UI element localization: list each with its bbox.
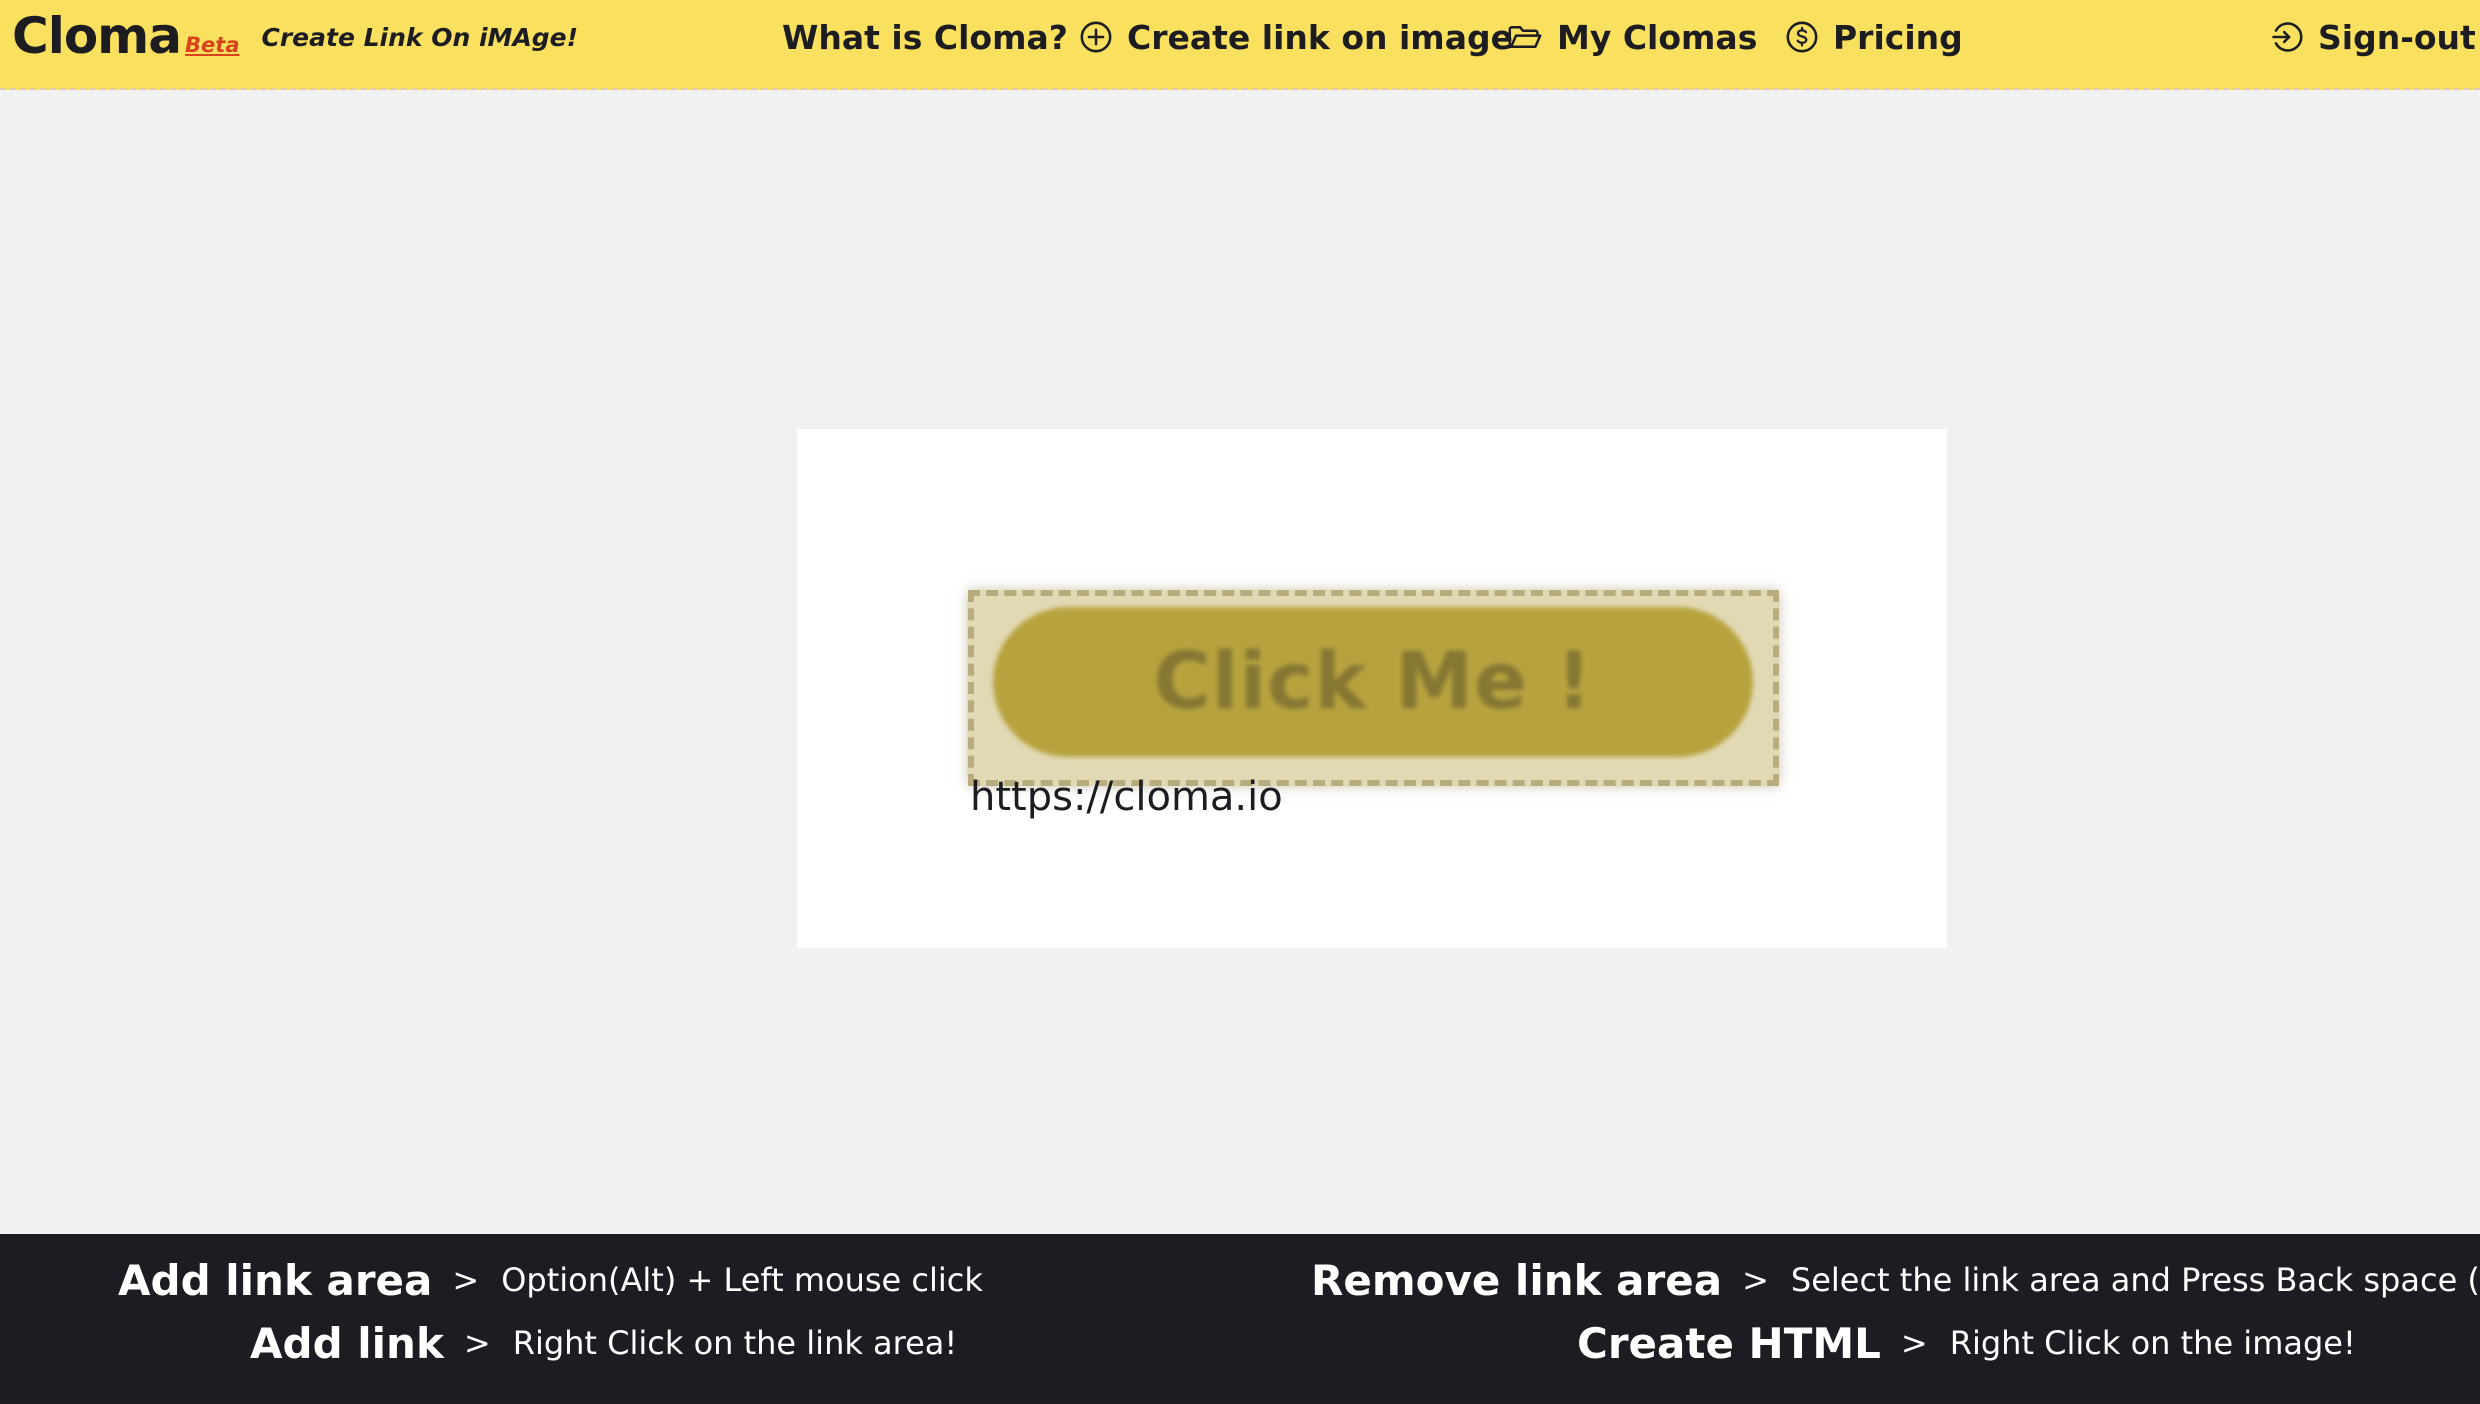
nav-pricing-label: Pricing: [1833, 17, 1963, 57]
hint-description: Select the link area and Press Back spac…: [1790, 1261, 2480, 1299]
brand-logo[interactable]: Cloma: [12, 7, 182, 65]
plus-circle-icon: [1080, 21, 1112, 53]
chevron-right-icon: >: [1900, 1324, 1928, 1362]
brand[interactable]: Cloma Beta Create Link On iMAge!: [12, 0, 578, 72]
beta-badge: Beta: [185, 33, 240, 57]
nav-what-is-cloma[interactable]: What is Cloma?: [782, 0, 1068, 74]
nav-create-link[interactable]: Create link on image: [1079, 0, 1513, 74]
chevron-right-icon: >: [463, 1324, 491, 1362]
brand-tagline: Create Link On iMAge!: [261, 22, 579, 52]
nav-pricing[interactable]: Pricing: [1785, 0, 1963, 74]
hint-add-link: Add link > Right Click on the link area!: [250, 1318, 957, 1368]
hint-description: Option(Alt) + Left mouse click: [501, 1261, 983, 1299]
hint-action: Add link area: [118, 1255, 433, 1305]
link-url-label[interactable]: https://cloma.io: [970, 774, 1283, 820]
nav-what-is-cloma-label: What is Cloma?: [782, 17, 1068, 57]
hint-action: Add link: [250, 1318, 444, 1368]
hint-remove-link-area: Remove link area > Select the link area …: [1311, 1255, 2480, 1305]
hint-action: Create HTML: [1577, 1318, 1881, 1368]
chevron-right-icon: >: [452, 1261, 480, 1299]
nav-my-clomas-label: My Clomas: [1557, 17, 1758, 57]
shortcut-help-footer: Add link area > Option(Alt) + Left mouse…: [0, 1234, 2480, 1404]
hint-description: Right Click on the link area!: [512, 1324, 958, 1362]
dollar-circle-icon: [1786, 21, 1818, 53]
nav-sign-out[interactable]: Sign-out: [2270, 0, 2476, 74]
nav-my-clomas[interactable]: My Clomas: [1507, 0, 1757, 74]
link-area-selection[interactable]: [968, 590, 1779, 786]
chevron-right-icon: >: [1742, 1261, 1769, 1299]
hint-create-html: Create HTML > Right Click on the image!: [1577, 1318, 2356, 1368]
top-header: Cloma Beta Create Link On iMAge! What is…: [0, 0, 2480, 90]
sign-in-arrow-icon: [2272, 22, 2303, 52]
hint-description: Right Click on the image!: [1949, 1324, 2356, 1362]
nav-create-link-label: Create link on image: [1127, 17, 1513, 57]
folder-open-icon: [1508, 26, 1542, 48]
hint-add-link-area: Add link area > Option(Alt) + Left mouse…: [118, 1255, 983, 1305]
hint-action: Remove link area: [1311, 1255, 1723, 1305]
nav-sign-out-label: Sign-out: [2318, 17, 2476, 57]
